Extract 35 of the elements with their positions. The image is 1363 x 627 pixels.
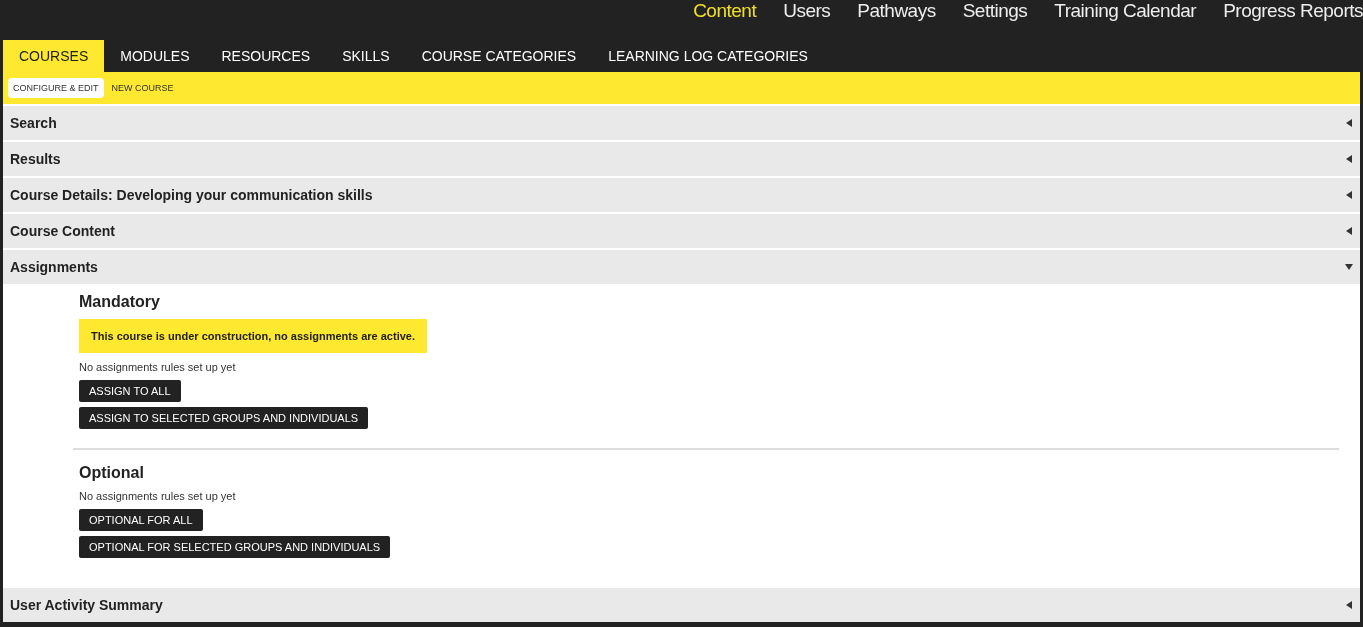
group-heading: Optional (79, 464, 145, 482)
tab[interactable]: LEARNING LOG CATEGORIES (592, 40, 824, 72)
nav-link[interactable]: Pathways (857, 0, 936, 22)
tab[interactable]: COURSE CATEGORIES (405, 40, 593, 72)
group-heading: Mandatory (79, 293, 161, 311)
sub-tab[interactable]: NEW COURSE (106, 78, 179, 98)
sub-tab[interactable]: CONFIGURE & EDIT (8, 78, 104, 98)
section-title: Course Content (10, 223, 115, 239)
status-text: No assignments rules set up yet (79, 490, 237, 502)
status-text: No assignments rules set up yet (79, 361, 237, 373)
assign-button[interactable]: OPTIONAL FOR SELECTED GROUPS AND INDIVIDUALS (79, 536, 391, 558)
section-title: Assignments (10, 259, 98, 275)
nav-link[interactable]: Training Calendar (1054, 0, 1197, 22)
nav-link[interactable]: Content (693, 0, 757, 22)
section-title: Search (10, 115, 57, 131)
tab[interactable]: MODULES (104, 40, 206, 72)
section-header[interactable]: User Activity Summary (3, 586, 1360, 622)
section-title: Course Details: Developing your communication skills (10, 187, 373, 203)
nav-link[interactable]: Progress Reports (1223, 0, 1363, 22)
tab[interactable]: COURSES (3, 40, 105, 72)
section-header[interactable]: Search (3, 104, 1360, 140)
nav-link[interactable]: Users (783, 0, 831, 22)
section-header[interactable]: Assignments (3, 248, 1360, 284)
warning-notice: This course is under construction, no assignments are active. (79, 319, 427, 353)
section-header[interactable]: Course Content (3, 212, 1360, 248)
assign-button[interactable]: ASSIGN TO SELECTED GROUPS AND INDIVIDUALS (79, 407, 369, 429)
section-title: User Activity Summary (10, 597, 163, 613)
tab[interactable]: SKILLS (326, 40, 406, 72)
tab[interactable]: RESOURCES (205, 40, 327, 72)
assign-button[interactable]: ASSIGN TO ALL (79, 380, 181, 402)
nav-link[interactable]: Settings (962, 0, 1028, 22)
section-header[interactable]: Course Details: Developing your communication skills (3, 176, 1360, 212)
assign-button[interactable]: OPTIONAL FOR ALL (79, 509, 203, 531)
section-header[interactable]: Results (3, 140, 1360, 176)
section-title: Results (10, 151, 61, 167)
